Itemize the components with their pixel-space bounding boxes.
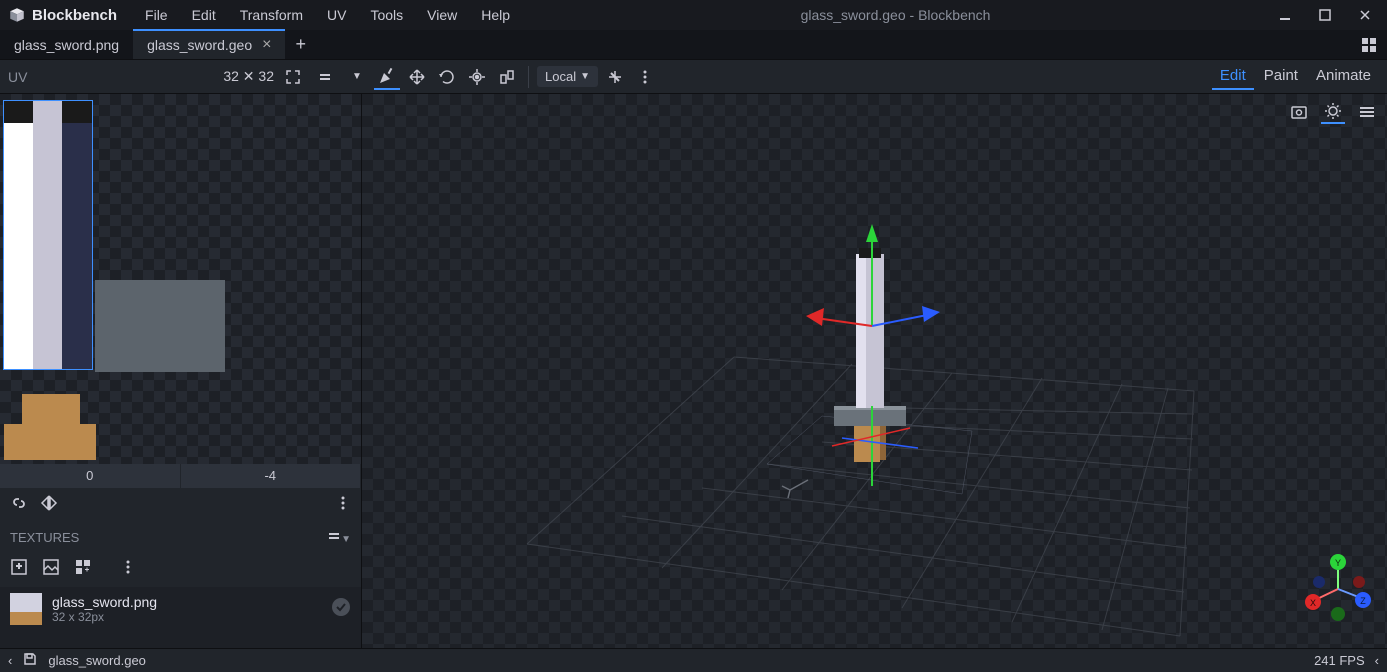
- uv-coords: 0 -4: [0, 464, 361, 488]
- svg-text:X: X: [1310, 598, 1316, 608]
- chevron-down-icon[interactable]: ▼: [341, 530, 351, 545]
- kebab-icon[interactable]: [335, 495, 351, 516]
- pivot-tool-icon[interactable]: [464, 64, 490, 90]
- sidebar: 0 -4 TEXTURES ▼ glass_sword.png 32: [0, 94, 362, 648]
- blockbench-icon: [8, 6, 26, 24]
- mode-animate[interactable]: Animate: [1308, 63, 1379, 90]
- statusbar: ‹ glass_sword.geo 241 FPS ‹: [0, 648, 1387, 672]
- tab-model[interactable]: glass_sword.geo ×: [133, 30, 285, 59]
- uv-panel[interactable]: [0, 94, 361, 464]
- kebab-icon[interactable]: [120, 559, 136, 580]
- mode-edit[interactable]: Edit: [1212, 63, 1254, 90]
- svg-text:Z: Z: [1360, 596, 1366, 606]
- textures-header: TEXTURES ▼: [0, 523, 361, 552]
- menu-view[interactable]: View: [417, 3, 467, 27]
- check-icon[interactable]: [331, 597, 351, 622]
- resize-tool-icon[interactable]: [404, 64, 430, 90]
- uv-coord-y[interactable]: -4: [181, 464, 362, 488]
- equals-icon[interactable]: [312, 64, 338, 90]
- app-logo: Blockbench: [8, 6, 117, 24]
- texture-meta: 32 x 32px: [52, 610, 157, 624]
- minimize-button[interactable]: [1271, 4, 1299, 26]
- window-title: glass_sword.geo - Blockbench: [520, 7, 1271, 23]
- close-button[interactable]: [1351, 4, 1379, 26]
- collapse-icon[interactable]: ‹: [1375, 653, 1379, 668]
- rotate-tool-icon[interactable]: [434, 64, 460, 90]
- tab-label: glass_sword.png: [14, 37, 119, 53]
- menu-file[interactable]: File: [135, 3, 178, 27]
- mode-paint[interactable]: Paint: [1256, 63, 1306, 90]
- toolbar: UV 32 ✕ 32 ▼ Local▼ Edit Paint Animate: [0, 60, 1387, 94]
- texture-thumbnail: [10, 593, 42, 625]
- orientation-gizmo[interactable]: Y X Z: [1303, 554, 1373, 624]
- textures-label: TEXTURES: [10, 530, 79, 545]
- tab-label: glass_sword.geo: [147, 37, 252, 53]
- chevron-down-icon[interactable]: ▼: [344, 64, 370, 90]
- vertex-snap-icon[interactable]: [494, 64, 520, 90]
- status-file: glass_sword.geo: [48, 653, 146, 668]
- uv-dimensions: 32 ✕ 32: [223, 68, 274, 85]
- uv-cube-handle: [22, 394, 80, 424]
- layout-grid-icon[interactable]: [1351, 30, 1387, 59]
- uv-coord-x[interactable]: 0: [0, 464, 181, 488]
- app-name: Blockbench: [32, 7, 117, 24]
- mirror-icon[interactable]: [40, 494, 58, 517]
- back-icon[interactable]: ‹: [8, 653, 12, 668]
- save-icon[interactable]: [22, 651, 38, 670]
- menu-edit[interactable]: Edit: [182, 3, 226, 27]
- viewport[interactable]: Y X Z: [362, 94, 1387, 648]
- create-texture-icon[interactable]: [42, 558, 60, 581]
- menu-uv[interactable]: UV: [317, 3, 356, 27]
- link-icon[interactable]: [10, 494, 28, 517]
- fullscreen-icon[interactable]: [280, 64, 306, 90]
- transform-space-select[interactable]: Local▼: [537, 66, 598, 87]
- new-tab-button[interactable]: +: [285, 30, 316, 59]
- texture-item[interactable]: glass_sword.png 32 x 32px: [0, 587, 361, 631]
- menu-transform[interactable]: Transform: [230, 3, 313, 27]
- status-fps: 241 FPS: [1314, 653, 1365, 668]
- import-texture-icon[interactable]: [10, 558, 28, 581]
- titlebar: Blockbench File Edit Transform UV Tools …: [0, 0, 1387, 30]
- maximize-button[interactable]: [1311, 4, 1339, 26]
- close-icon[interactable]: ×: [262, 36, 271, 54]
- uv-selection[interactable]: [3, 100, 93, 370]
- uv-actions: [0, 488, 361, 523]
- uv-label: UV: [8, 69, 27, 85]
- mode-tabs: Edit Paint Animate: [1212, 63, 1379, 90]
- generate-texture-icon[interactable]: [74, 558, 92, 581]
- viewport-scene: [362, 94, 1387, 648]
- move-tool-icon[interactable]: [374, 64, 400, 90]
- uv-cube-guard: [95, 280, 225, 372]
- svg-text:Y: Y: [1335, 558, 1341, 568]
- menu-help[interactable]: Help: [471, 3, 520, 27]
- window-controls: [1271, 4, 1379, 26]
- divider: [528, 66, 529, 88]
- texture-actions: [0, 552, 361, 587]
- snap-icon[interactable]: [602, 64, 628, 90]
- uv-cube-handle: [4, 424, 96, 460]
- select-label: Local: [545, 69, 576, 84]
- workarea: 0 -4 TEXTURES ▼ glass_sword.png 32: [0, 94, 1387, 648]
- equals-icon[interactable]: [327, 529, 341, 546]
- tab-texture[interactable]: glass_sword.png: [0, 30, 133, 59]
- kebab-icon[interactable]: [632, 64, 658, 90]
- texture-name: glass_sword.png: [52, 594, 157, 610]
- menu-tools[interactable]: Tools: [360, 3, 413, 27]
- tabbar: glass_sword.png glass_sword.geo × +: [0, 30, 1387, 60]
- menubar: File Edit Transform UV Tools View Help: [135, 3, 520, 27]
